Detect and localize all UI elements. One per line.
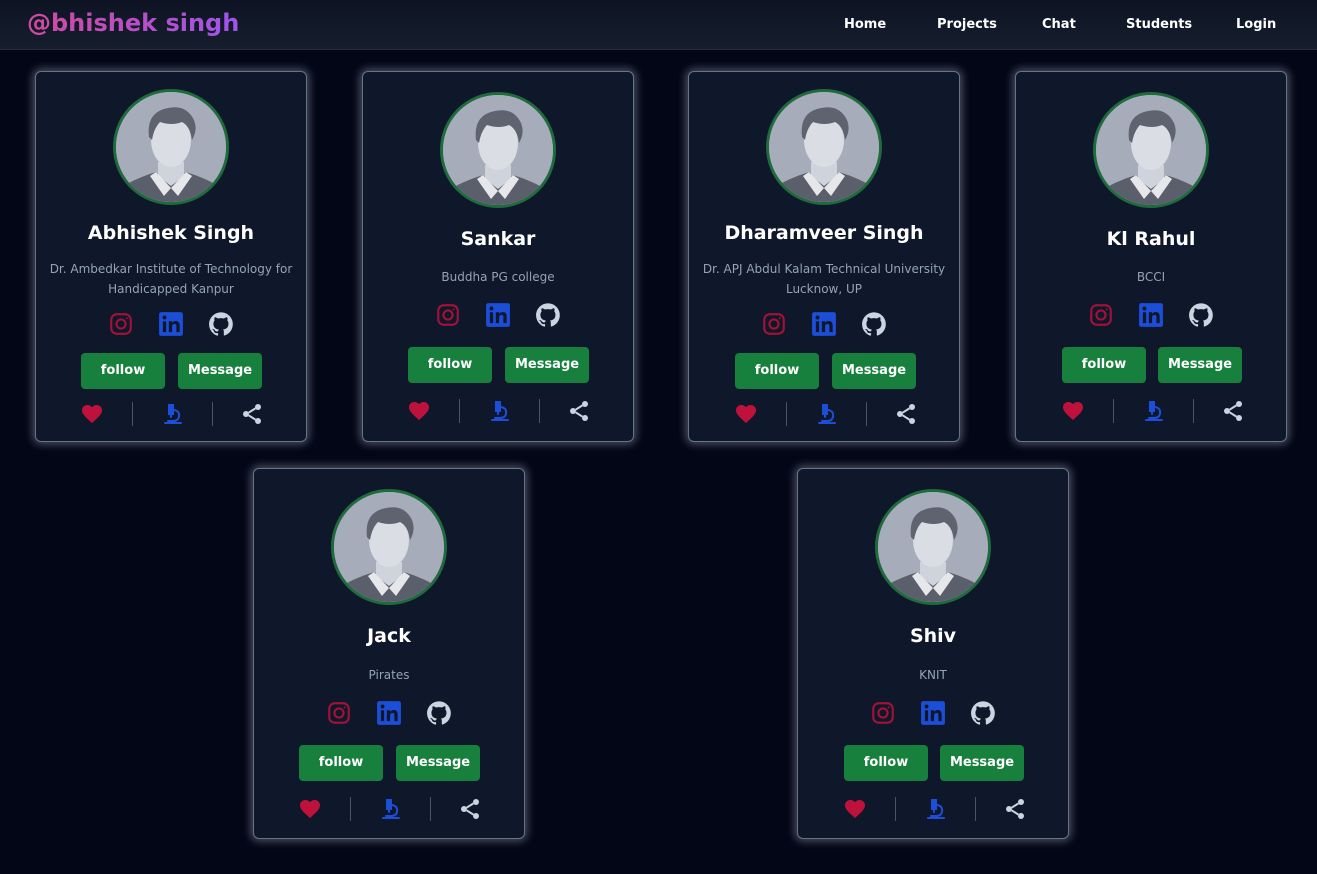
student-school: Dr. Ambedkar Institute of Technology for… xyxy=(49,262,293,296)
student-name: Sankar xyxy=(460,228,536,250)
nav-login[interactable]: Login xyxy=(1236,17,1276,32)
divider xyxy=(866,402,867,426)
student-school: KNIT xyxy=(919,668,947,682)
linkedin-icon[interactable] xyxy=(1138,302,1164,328)
divider xyxy=(350,797,351,821)
student-card: Kl Rahul BCCI follow Message xyxy=(1015,71,1287,442)
follow-button[interactable]: follow xyxy=(1062,347,1146,383)
follow-button[interactable]: follow xyxy=(408,347,492,383)
linkedin-icon[interactable] xyxy=(158,311,184,337)
message-button[interactable]: Message xyxy=(178,353,262,389)
nav-home[interactable]: Home xyxy=(844,17,886,32)
microscope-icon[interactable] xyxy=(924,797,948,821)
share-icon[interactable] xyxy=(1221,399,1245,423)
divider xyxy=(132,402,133,426)
divider xyxy=(539,399,540,423)
message-button[interactable]: Message xyxy=(1158,347,1242,383)
message-button[interactable]: Message xyxy=(396,745,480,781)
heart-icon[interactable] xyxy=(843,797,867,821)
student-card: Shiv KNIT follow Message xyxy=(797,468,1069,839)
instagram-icon[interactable] xyxy=(108,311,134,337)
student-school: Dr. APJ Abdul Kalam Technical University… xyxy=(702,262,946,296)
avatar xyxy=(875,489,991,605)
instagram-icon[interactable] xyxy=(761,311,787,337)
avatar xyxy=(1093,92,1209,208)
student-school: Buddha PG college xyxy=(441,270,555,284)
avatar xyxy=(766,89,882,205)
divider xyxy=(1193,399,1194,423)
divider xyxy=(430,797,431,821)
nav-projects[interactable]: Projects xyxy=(937,17,997,32)
student-school: BCCI xyxy=(1136,270,1166,284)
microscope-icon[interactable] xyxy=(488,399,512,423)
divider xyxy=(895,797,896,821)
linkedin-icon[interactable] xyxy=(376,700,402,726)
student-name: Kl Rahul xyxy=(1106,228,1196,250)
avatar xyxy=(113,89,229,205)
student-card: Sankar Buddha PG college follow Message xyxy=(362,71,634,442)
message-button[interactable]: Message xyxy=(940,745,1024,781)
heart-icon[interactable] xyxy=(734,402,758,426)
message-button[interactable]: Message xyxy=(505,347,589,383)
message-button[interactable]: Message xyxy=(832,353,916,389)
microscope-icon[interactable] xyxy=(161,402,185,426)
linkedin-icon[interactable] xyxy=(811,311,837,337)
share-icon[interactable] xyxy=(240,402,264,426)
github-icon[interactable] xyxy=(426,700,452,726)
divider xyxy=(212,402,213,426)
follow-button[interactable]: follow xyxy=(735,353,819,389)
github-icon[interactable] xyxy=(535,302,561,328)
avatar xyxy=(331,489,447,605)
github-icon[interactable] xyxy=(970,700,996,726)
microscope-icon[interactable] xyxy=(1142,399,1166,423)
divider xyxy=(459,399,460,423)
divider xyxy=(975,797,976,821)
student-name: Jack xyxy=(367,625,411,647)
github-icon[interactable] xyxy=(1188,302,1214,328)
linkedin-icon[interactable] xyxy=(920,700,946,726)
student-card: Dharamveer Singh Dr. APJ Abdul Kalam Tec… xyxy=(688,71,960,442)
github-icon[interactable] xyxy=(208,311,234,337)
heart-icon[interactable] xyxy=(1061,399,1085,423)
follow-button[interactable]: follow xyxy=(81,353,165,389)
student-name: Shiv xyxy=(909,625,957,647)
heart-icon[interactable] xyxy=(407,399,431,423)
heart-icon[interactable] xyxy=(80,402,104,426)
divider xyxy=(1113,399,1114,423)
follow-button[interactable]: follow xyxy=(299,745,383,781)
instagram-icon[interactable] xyxy=(326,700,352,726)
github-icon[interactable] xyxy=(861,311,887,337)
follow-button[interactable]: follow xyxy=(844,745,928,781)
navbar: @bhishek singh Home Projects Chat Studen… xyxy=(0,0,1317,50)
instagram-icon[interactable] xyxy=(435,302,461,328)
student-name: Abhishek Singh xyxy=(87,222,255,244)
divider xyxy=(786,402,787,426)
instagram-icon[interactable] xyxy=(870,700,896,726)
heart-icon[interactable] xyxy=(298,797,322,821)
student-name: Dharamveer Singh xyxy=(724,222,924,244)
brand-logo[interactable]: @bhishek singh xyxy=(27,9,239,37)
share-icon[interactable] xyxy=(458,797,482,821)
student-school: Pirates xyxy=(368,668,410,682)
microscope-icon[interactable] xyxy=(379,797,403,821)
share-icon[interactable] xyxy=(1003,797,1027,821)
share-icon[interactable] xyxy=(894,402,918,426)
linkedin-icon[interactable] xyxy=(485,302,511,328)
share-icon[interactable] xyxy=(567,399,591,423)
nav-students[interactable]: Students xyxy=(1126,17,1192,32)
student-card: Jack Pirates follow Message xyxy=(253,468,525,839)
microscope-icon[interactable] xyxy=(815,402,839,426)
nav-chat[interactable]: Chat xyxy=(1042,17,1076,32)
instagram-icon[interactable] xyxy=(1088,302,1114,328)
avatar xyxy=(440,92,556,208)
student-card: Abhishek Singh Dr. Ambedkar Institute of… xyxy=(35,71,307,442)
